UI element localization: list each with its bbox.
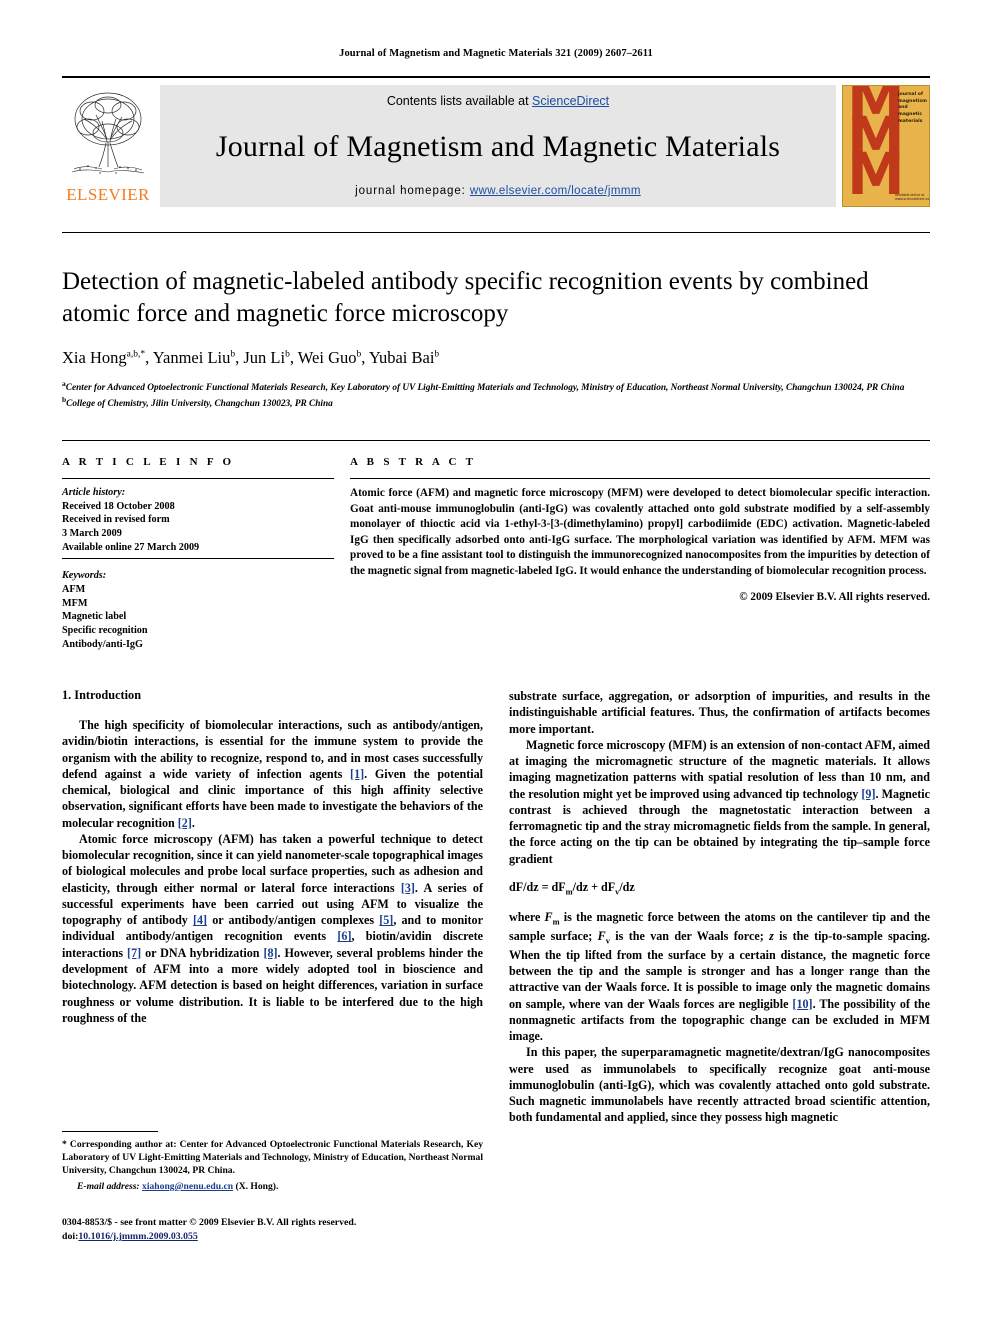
keyword: AFM xyxy=(62,584,86,596)
body-paragraph: The high specificity of biomolecular int… xyxy=(62,718,484,830)
article-history-label: Article history: xyxy=(62,487,126,498)
citation-link[interactable]: [9] xyxy=(861,787,875,801)
affiliation-list: aCenter for Advanced Optoelectronic Func… xyxy=(62,379,930,412)
body-paragraph: where Fm is the magnetic force between t… xyxy=(509,910,930,1044)
article-history-line: Received 18 October 2008 xyxy=(62,500,175,512)
citation-link[interactable]: [1] xyxy=(350,767,364,781)
citation-link[interactable]: [7] xyxy=(127,946,141,960)
contents-prefix: Contents lists available at xyxy=(386,94,533,108)
doi-link[interactable]: 10.1016/j.jmmm.2009.03.055 xyxy=(78,1231,197,1242)
masthead-center: Contents lists available at ScienceDirec… xyxy=(160,85,836,207)
cover-foot-text: Available online at www.sciencedirect.co… xyxy=(895,193,930,201)
corresponding-author-footnote: * Corresponding author at: Center for Ad… xyxy=(62,1138,483,1193)
elsevier-tree-icon xyxy=(66,85,150,177)
author-name: Yanmei Liu xyxy=(152,347,231,367)
doi-line: doi:10.1016/j.jmmm.2009.03.055 xyxy=(62,1230,532,1244)
journal-homepage-link[interactable]: www.elsevier.com/locate/jmmm xyxy=(470,185,641,197)
citation-link[interactable]: [3] xyxy=(401,881,415,895)
email-line: E-mail address: xiahong@nenu.edu.cn (X. … xyxy=(62,1180,483,1193)
citation-link[interactable]: [6] xyxy=(337,929,351,943)
email-suffix: (X. Hong). xyxy=(235,1181,279,1193)
abstract-copyright: © 2009 Elsevier B.V. All rights reserved… xyxy=(739,591,930,604)
title-block: Detection of magnetic-labeled antibody s… xyxy=(62,266,930,411)
article-history-line: Received in revised form xyxy=(62,514,170,526)
sciencedirect-link[interactable]: ScienceDirect xyxy=(532,94,609,108)
masthead-bottom-rule xyxy=(62,232,930,233)
keywords-lines: AFM MFM Magnetic label Specific recognition… xyxy=(62,583,334,651)
keywords-label: Keywords: xyxy=(62,570,107,582)
author-name: Xia Hong xyxy=(62,347,127,367)
article-history-lines: Received 18 October 2008 Received in revi… xyxy=(62,500,334,555)
article-history-line: 3 March 2009 xyxy=(62,528,122,540)
cover-side-text: journal of magnetism and magnetic materi… xyxy=(898,92,927,124)
article-history-line: Available online 27 March 2009 xyxy=(62,541,200,553)
citation-link[interactable]: [4] xyxy=(193,913,207,927)
info-rule-2 xyxy=(62,558,334,560)
abstract-rule xyxy=(350,478,930,479)
affiliation: bCollege of Chemistry, Jilin University,… xyxy=(62,394,333,409)
journal-cover-thumbnail: M M M journal of magnetism and magnetic … xyxy=(842,85,930,207)
article-info-column: A R T I C L E I N F O Article history: R… xyxy=(62,456,334,651)
author-name: Wei Guo xyxy=(297,347,357,367)
body-paragraph: substrate surface, aggregation, or adsor… xyxy=(509,689,930,736)
keyword: Magnetic label xyxy=(62,611,127,623)
citation-link[interactable]: [5] xyxy=(379,913,393,927)
keyword: Antibody/anti-IgG xyxy=(62,638,143,650)
author-affiliation-marker: b xyxy=(434,349,440,359)
homepage-prefix: journal homepage: xyxy=(355,185,470,197)
keywords-block: Keywords: AFM MFM Magnetic label Specific r… xyxy=(62,569,334,651)
cover-letter-m-3: M xyxy=(847,140,905,207)
info-top-rule xyxy=(62,440,930,441)
citation-link[interactable]: [8] xyxy=(263,946,277,960)
article-info-heading: A R T I C L E I N F O xyxy=(62,456,235,468)
author-affiliation-marker: b xyxy=(285,349,290,359)
corresponding-author-text: * Corresponding author at: Center for Ad… xyxy=(62,1139,483,1177)
journal-masthead: ELSEVIER Contents lists available at Sci… xyxy=(62,76,930,207)
keyword: Specific recognition xyxy=(62,625,148,637)
author-affiliation-marker: b xyxy=(356,349,362,359)
doi-label: doi: xyxy=(62,1231,79,1243)
email-link[interactable]: xiahong@nenu.edu.cn xyxy=(142,1181,233,1192)
front-matter-block: 0304-8853/$ - see front matter © 2009 El… xyxy=(62,1216,532,1245)
email-label: E-mail address: xyxy=(77,1181,140,1193)
affiliation: aCenter for Advanced Optoelectronic Func… xyxy=(62,378,905,393)
info-rule-1 xyxy=(62,478,334,479)
inline-variable-text: where Fm is the magnetic force between t… xyxy=(509,910,930,1011)
abstract-heading: A B S T R A C T xyxy=(350,456,477,468)
footnote-rule xyxy=(62,1131,158,1132)
citation-link[interactable]: [10] xyxy=(792,997,812,1011)
sciencedirect-line: Contents lists available at ScienceDirec… xyxy=(387,94,609,108)
issn-copyright-line: 0304-8853/$ - see front matter © 2009 El… xyxy=(62,1217,357,1228)
paper-page: Journal of Magnetism and Magnetic Materi… xyxy=(0,0,992,1323)
author-list: Xia Honga,b,*, Yanmei Liub, Jun Lib, Wei… xyxy=(62,347,440,367)
article-history: Article history: Received 18 October 200… xyxy=(62,486,334,554)
elsevier-logo: ELSEVIER xyxy=(62,85,154,207)
section-heading-introduction: 1. Introduction xyxy=(62,688,142,702)
body-paragraph: In this paper, the superparamagnetic mag… xyxy=(509,1045,930,1125)
body-column-left: 1. Introduction The high specificity of … xyxy=(62,688,483,1126)
author-affiliation-marker: a,b,* xyxy=(126,349,146,359)
elsevier-wordmark: ELSEVIER xyxy=(66,185,150,204)
masthead-top-rule xyxy=(62,76,930,78)
right-column-paragraphs: substrate surface, aggregation, or adsor… xyxy=(509,688,930,867)
keyword: MFM xyxy=(62,597,88,609)
citation-link[interactable]: [2] xyxy=(178,816,192,830)
body-column-right: substrate surface, aggregation, or adsor… xyxy=(509,688,930,1126)
author-affiliation-marker: b xyxy=(230,349,236,359)
page-title: Detection of magnetic-labeled antibody s… xyxy=(62,268,869,327)
body-paragraph: Atomic force microscopy (AFM) has taken … xyxy=(62,831,483,1025)
author-name: Jun Li xyxy=(243,347,286,367)
right-column-paragraphs-after-eq: where Fm is the magnetic force between t… xyxy=(509,909,930,1125)
author-name: Yubai Bai xyxy=(368,347,435,367)
equation-force-gradient: dF/dz = dFm/dz + dFv/dz xyxy=(509,879,635,897)
journal-title: Journal of Magnetism and Magnetic Materi… xyxy=(215,129,781,163)
running-head: Journal of Magnetism and Magnetic Materi… xyxy=(339,48,653,59)
journal-homepage-line: journal homepage: www.elsevier.com/locat… xyxy=(355,185,641,197)
body-paragraph: Magnetic force microscopy (MFM) is an ex… xyxy=(509,737,930,866)
left-column-paragraphs: The high specificity of biomolecular int… xyxy=(62,717,483,1026)
abstract-text: Atomic force (AFM) and magnetic force mi… xyxy=(350,487,930,577)
abstract-column: A B S T R A C T Atomic force (AFM) and m… xyxy=(334,456,930,651)
